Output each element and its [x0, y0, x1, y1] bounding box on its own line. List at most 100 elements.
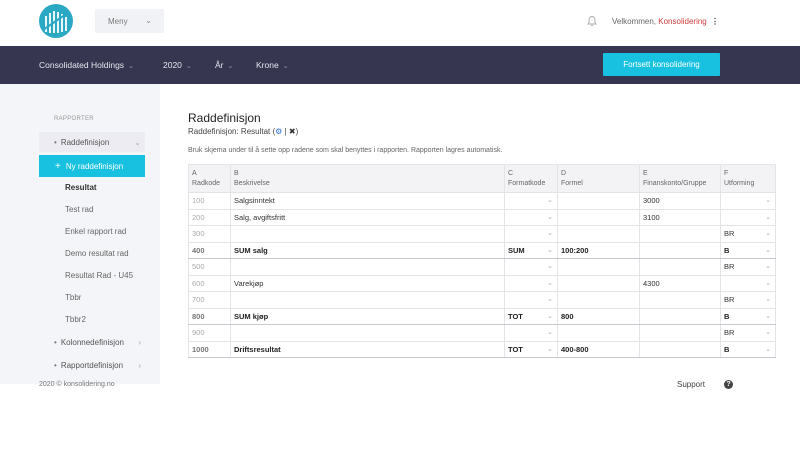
formula-cell[interactable]: 100:200 — [557, 241, 640, 259]
chevron-down-icon[interactable]: ⌄ — [765, 279, 771, 287]
formula-cell[interactable] — [557, 192, 640, 210]
user-name[interactable]: Konsolidering — [658, 17, 706, 26]
sidebar-item-kolonnedefinisjon[interactable]: • Kolonnedefinisjon › — [39, 332, 145, 352]
chevron-down-icon[interactable]: ⌄ — [765, 328, 771, 336]
layout-cell[interactable]: ⌄ — [720, 208, 776, 226]
bell-icon[interactable] — [586, 15, 598, 27]
layout-cell[interactable]: B ⌄ — [720, 307, 776, 325]
formula-cell[interactable]: 400-800 — [557, 340, 640, 358]
row-code-cell[interactable]: 1000 — [188, 340, 231, 358]
account-cell[interactable]: 3100 — [639, 208, 721, 226]
format-code-cell[interactable]: SUM ⌄ — [504, 241, 558, 259]
chevron-down-icon[interactable]: ⌄ — [547, 196, 553, 204]
formula-cell[interactable] — [557, 274, 640, 292]
format-code-cell[interactable]: TOT ⌄ — [504, 340, 558, 358]
row-code-cell[interactable]: 500 — [188, 258, 231, 276]
nav-period-select[interactable]: År ⌄ — [215, 60, 233, 70]
help-icon[interactable]: ? — [724, 380, 733, 389]
chevron-down-icon[interactable]: ⌄ — [547, 328, 553, 336]
continue-consolidation-button[interactable]: Fortsett konsolidering — [603, 53, 720, 76]
chevron-down-icon[interactable]: ⌄ — [765, 213, 771, 221]
nav-company-select[interactable]: Consolidated Holdings ⌄ — [39, 60, 134, 70]
chevron-down-icon[interactable]: ⌄ — [765, 196, 771, 204]
chevron-down-icon[interactable]: ⌄ — [765, 229, 771, 237]
row-code-cell[interactable]: 800 — [188, 307, 231, 325]
account-cell[interactable] — [639, 340, 721, 358]
description-cell[interactable]: Salgsinntekt — [230, 192, 505, 210]
description-cell[interactable]: Varekjøp — [230, 274, 505, 292]
nav-year-select[interactable]: 2020 ⌄ — [163, 60, 192, 70]
account-cell[interactable]: 3000 — [639, 192, 721, 210]
format-code-cell[interactable]: ⌄ — [504, 291, 558, 309]
row-code-cell[interactable]: 200 — [188, 208, 231, 226]
account-cell[interactable] — [639, 307, 721, 325]
formula-cell[interactable] — [557, 324, 640, 342]
format-code-cell[interactable]: TOT ⌄ — [504, 307, 558, 325]
account-cell[interactable] — [639, 258, 721, 276]
layout-cell[interactable]: BR ⌄ — [720, 225, 776, 243]
sidebar-item-raddefinisjon[interactable]: • Raddefinisjon ⌄ — [39, 132, 145, 152]
chevron-down-icon[interactable]: ⌄ — [547, 213, 553, 221]
more-icon[interactable]: ⋮ — [711, 17, 719, 26]
layout-cell[interactable]: B ⌄ — [720, 241, 776, 259]
chevron-down-icon[interactable]: ⌄ — [547, 262, 553, 270]
formula-cell[interactable]: 800 — [557, 307, 640, 325]
chevron-down-icon[interactable]: ⌄ — [547, 345, 553, 353]
row-code-cell[interactable]: 700 — [188, 291, 231, 309]
chevron-down-icon[interactable]: ⌄ — [547, 229, 553, 237]
formula-cell[interactable] — [557, 258, 640, 276]
account-cell[interactable] — [639, 225, 721, 243]
layout-cell[interactable]: BR ⌄ — [720, 324, 776, 342]
account-cell[interactable] — [639, 291, 721, 309]
account-cell[interactable] — [639, 241, 721, 259]
description-cell[interactable] — [230, 225, 505, 243]
description-cell[interactable]: SUM salg — [230, 241, 505, 259]
formula-cell[interactable] — [557, 208, 640, 226]
menu-button[interactable]: Meny ⌄ — [95, 9, 164, 33]
sidebar-subitem-test-rad[interactable]: Test rad — [65, 205, 93, 214]
chevron-down-icon[interactable]: ⌄ — [765, 345, 771, 353]
description-cell[interactable] — [230, 291, 505, 309]
close-icon[interactable]: ✖ — [289, 127, 296, 136]
row-code-cell[interactable]: 900 — [188, 324, 231, 342]
support-link[interactable]: Support — [677, 380, 705, 389]
chevron-down-icon[interactable]: ⌄ — [765, 295, 771, 303]
chevron-down-icon[interactable]: ⌄ — [765, 262, 771, 270]
format-code-cell[interactable]: ⌄ — [504, 208, 558, 226]
sidebar-subitem-resultat-rad-u45[interactable]: Resultat Rad - U45 — [65, 271, 133, 280]
account-cell[interactable]: 4300 — [639, 274, 721, 292]
account-cell[interactable] — [639, 324, 721, 342]
description-cell[interactable] — [230, 324, 505, 342]
sidebar-subitem-enkel-rapport-rad[interactable]: Enkel rapport rad — [65, 227, 126, 236]
sidebar-item-new-row-definition[interactable]: + Ny raddefinisjon — [39, 155, 145, 177]
row-code-cell[interactable]: 400 — [188, 241, 231, 259]
chevron-down-icon[interactable]: ⌄ — [765, 312, 771, 320]
format-code-cell[interactable]: ⌄ — [504, 192, 558, 210]
chevron-down-icon[interactable]: ⌄ — [547, 246, 553, 254]
layout-cell[interactable]: BR ⌄ — [720, 258, 776, 276]
layout-cell[interactable]: ⌄ — [720, 192, 776, 210]
description-cell[interactable]: SUM kjøp — [230, 307, 505, 325]
chevron-down-icon[interactable]: ⌄ — [547, 279, 553, 287]
format-code-cell[interactable]: ⌄ — [504, 274, 558, 292]
logo[interactable] — [39, 4, 73, 38]
sidebar-subitem-tbbr[interactable]: Tbbr — [65, 293, 81, 302]
sidebar-subitem-resultat[interactable]: Resultat — [65, 183, 97, 192]
sidebar-subitem-tbbr2[interactable]: Tbbr2 — [65, 315, 86, 324]
description-cell[interactable] — [230, 258, 505, 276]
format-code-cell[interactable]: ⌄ — [504, 225, 558, 243]
chevron-down-icon[interactable]: ⌄ — [765, 246, 771, 254]
format-code-cell[interactable]: ⌄ — [504, 324, 558, 342]
layout-cell[interactable]: ⌄ — [720, 274, 776, 292]
nav-currency-select[interactable]: Krone ⌄ — [256, 60, 289, 70]
description-cell[interactable]: Driftsresultat — [230, 340, 505, 358]
chevron-down-icon[interactable]: ⌄ — [547, 295, 553, 303]
sidebar-subitem-demo-resultat-rad[interactable]: Demo resultat rad — [65, 249, 129, 258]
layout-cell[interactable]: BR ⌄ — [720, 291, 776, 309]
row-code-cell[interactable]: 300 — [188, 225, 231, 243]
description-cell[interactable]: Salg, avgiftsfritt — [230, 208, 505, 226]
format-code-cell[interactable]: ⌄ — [504, 258, 558, 276]
formula-cell[interactable] — [557, 291, 640, 309]
row-code-cell[interactable]: 600 — [188, 274, 231, 292]
formula-cell[interactable] — [557, 225, 640, 243]
